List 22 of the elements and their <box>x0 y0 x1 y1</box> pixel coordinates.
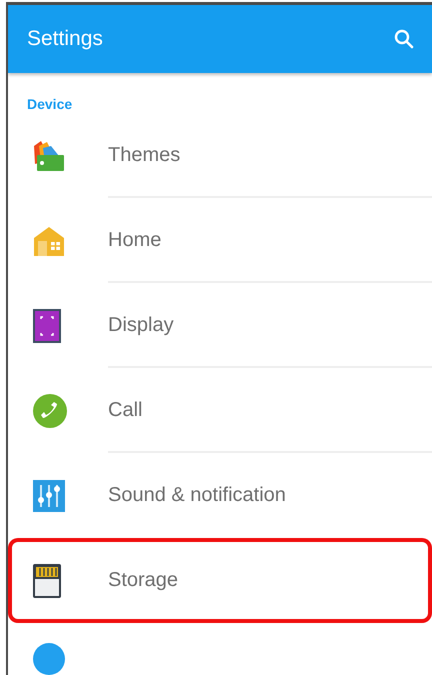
search-icon <box>394 29 414 49</box>
settings-item[interactable]: Home <box>8 198 432 283</box>
color-swatch-icon <box>33 140 65 172</box>
settings-item[interactable]: Call <box>8 368 432 453</box>
settings-item-label: Storage <box>108 569 178 592</box>
settings-item-label: Call <box>108 399 142 422</box>
settings-item[interactable]: Sound & notification <box>8 453 432 538</box>
settings-item[interactable]: Storage <box>8 538 432 623</box>
search-button[interactable] <box>392 27 416 51</box>
section-header: Device <box>26 95 74 113</box>
app-bar-title: Settings <box>27 27 103 51</box>
sliders-icon <box>33 480 65 512</box>
memory-card-icon <box>33 564 61 598</box>
settings-item[interactable]: Display <box>8 283 432 368</box>
display-icon <box>33 308 61 342</box>
settings-item-label: Themes <box>108 144 180 167</box>
settings-item-label: Home <box>108 229 162 252</box>
settings-item-label: Display <box>108 314 174 337</box>
settings-item-label: Sound & notification <box>108 484 286 507</box>
settings-item[interactable]: Themes <box>8 113 432 198</box>
house-icon <box>33 224 65 256</box>
phone-icon <box>33 394 67 428</box>
